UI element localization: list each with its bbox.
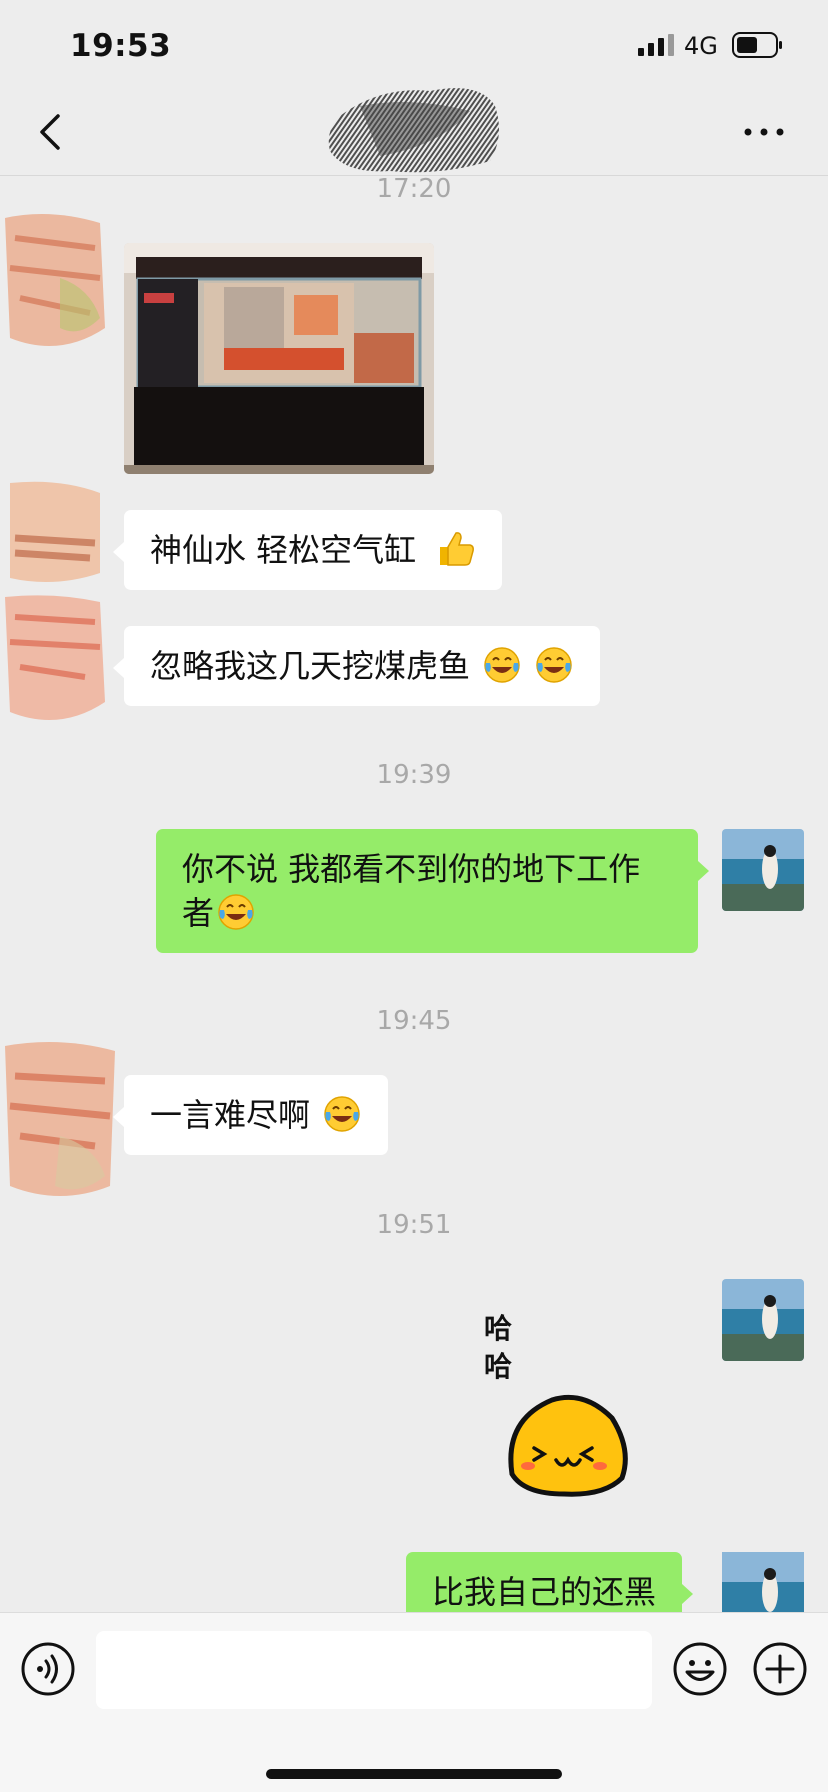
redacted-avatar-scribble	[5, 1042, 115, 1196]
tears-of-joy-emoji	[324, 1096, 360, 1132]
message-timestamp: 19:51	[376, 1210, 452, 1240]
own-avatar[interactable]	[722, 829, 804, 911]
laughing-blob-icon	[508, 1394, 628, 1497]
message-timestamp: 19:39	[376, 760, 452, 790]
thumbs-up-emoji	[440, 532, 475, 566]
network-type: 4G	[684, 32, 718, 60]
signal-bars-icon	[638, 34, 674, 56]
battery-icon	[732, 32, 782, 58]
message-text: 忽略我这几天挖煤虎鱼	[150, 647, 471, 685]
message-text: 你不说 我都看不到你的地下工作	[182, 850, 641, 888]
tears-of-joy-emoji	[484, 647, 520, 683]
redacted-avatar-scribble	[5, 595, 105, 720]
more-options-button[interactable]	[740, 110, 788, 154]
own-avatar[interactable]	[722, 1279, 804, 1361]
outgoing-message: 你不说 我都看不到你的地下工作 者	[156, 829, 709, 953]
chat-header	[0, 88, 828, 176]
incoming-message: 神仙水 轻松空气缸	[112, 510, 503, 590]
redacted-title-scribble	[328, 88, 499, 173]
incoming-message: 一言难尽啊	[112, 1075, 389, 1155]
tears-of-joy-emoji	[218, 894, 254, 930]
outgoing-message-clip: 比我自己的还黑	[406, 1552, 698, 1612]
laughing-blob-sticker[interactable]: 哈 哈	[480, 1300, 640, 1500]
message-text: 比我自己的还黑	[432, 1573, 657, 1611]
redacted-avatar-scribble	[10, 481, 100, 582]
message-timestamp: 19:45	[376, 1006, 452, 1036]
more-functions-button[interactable]	[752, 1641, 808, 1697]
own-avatar[interactable]	[722, 1552, 804, 1612]
tears-of-joy-emoji	[536, 647, 573, 683]
voice-button[interactable]	[20, 1641, 76, 1697]
message-timestamp: 17:20	[376, 174, 452, 204]
status-time: 19:53	[70, 28, 172, 64]
redacted-avatar-scribble	[5, 214, 105, 346]
home-indicator[interactable]	[266, 1769, 562, 1779]
message-text: 者	[182, 894, 215, 932]
back-button[interactable]	[30, 110, 74, 154]
image-message-fish-tank[interactable]	[124, 243, 434, 474]
incoming-message: 忽略我这几天挖煤虎鱼	[112, 626, 601, 706]
message-text: 一言难尽啊	[150, 1096, 311, 1134]
input-bar	[0, 1612, 828, 1792]
sticker-text: 哈 哈	[484, 1312, 513, 1383]
message-text: 神仙水 轻松空气缸	[150, 531, 417, 569]
emoji-button[interactable]	[672, 1641, 728, 1697]
message-input[interactable]	[96, 1631, 652, 1709]
outgoing-message: 比我自己的还黑	[406, 1552, 694, 1612]
